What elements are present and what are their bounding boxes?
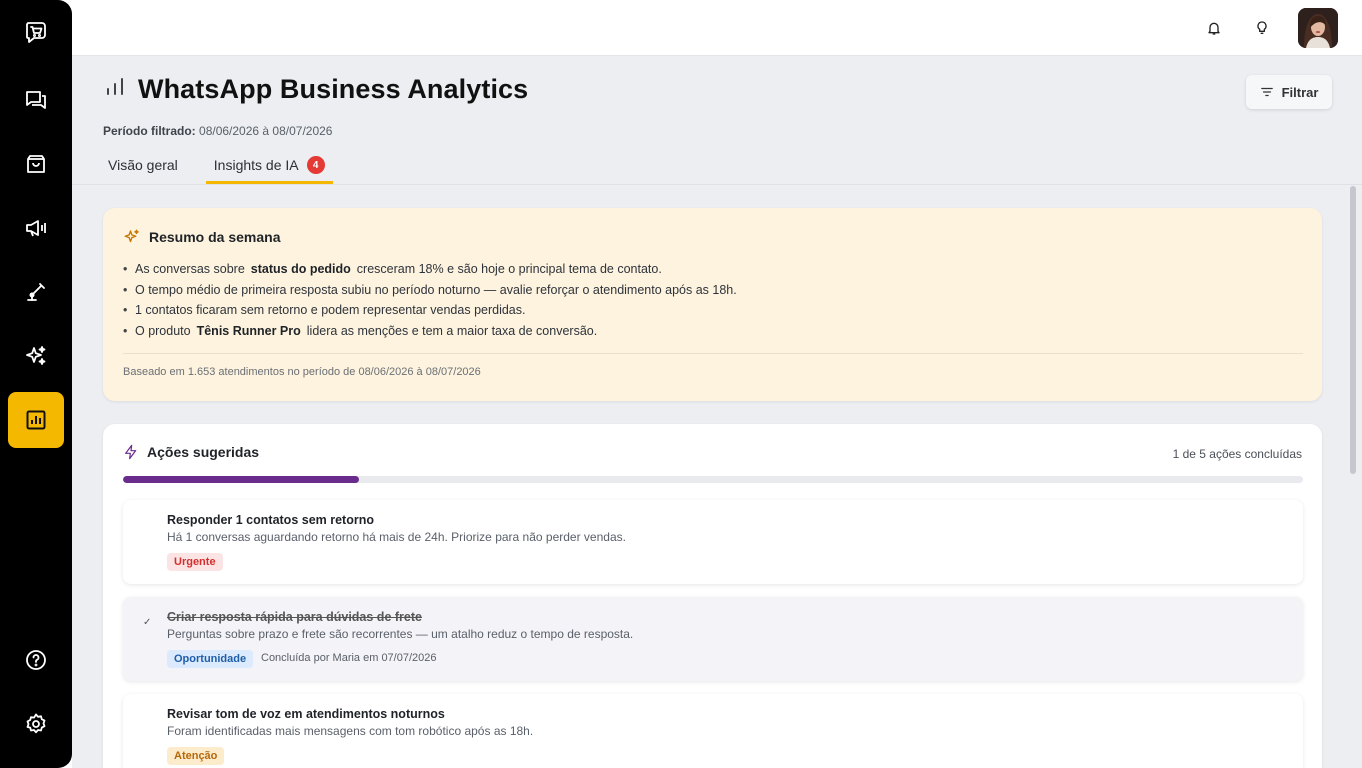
lightbulb-icon[interactable]	[1250, 16, 1274, 40]
sidebar	[0, 0, 72, 768]
chat-icon	[26, 91, 46, 109]
scrollbar[interactable]	[1350, 186, 1356, 766]
filter-button[interactable]: Filtrar	[1246, 75, 1332, 109]
actions-progress-count: 1 de 5 ações concluídas	[1172, 447, 1302, 461]
top-bar	[72, 0, 1362, 56]
sidebar-item-settings[interactable]	[8, 696, 64, 752]
sidebar-item-chats[interactable]	[8, 72, 64, 128]
sidebar-item-campaigns[interactable]	[8, 200, 64, 256]
priority-tag: Oportunidade	[167, 650, 254, 668]
page-header: WhatsApp Business Analytics Período filt…	[72, 56, 1362, 184]
help-icon	[26, 650, 46, 670]
summary-title: Resumo da semana	[149, 229, 281, 245]
sidebar-item-help[interactable]	[8, 632, 64, 688]
divider	[72, 184, 1362, 185]
check-icon: ✓	[143, 617, 152, 628]
weekly-summary-card: Resumo da semana • As conversas sobre stat…	[103, 208, 1322, 401]
bar-chart-icon	[107, 78, 123, 95]
suggested-actions-card: Ações sugeridas 1 de 5 ações concluídas …	[103, 424, 1322, 768]
sidebar-item-products[interactable]	[8, 136, 64, 192]
progress-fill	[123, 476, 359, 483]
action-item[interactable]: Responder 1 contatos sem retorno Há 1 co…	[123, 500, 1303, 584]
megaphone-icon	[26, 220, 46, 237]
period-filter-text: Período filtrado: 08/06/2026 à 08/07/202…	[103, 124, 333, 138]
summary-bullets: • As conversas sobre status do pedido cresc…	[123, 259, 737, 341]
priority-tag: Urgente	[167, 553, 223, 571]
sparkle-icon	[124, 229, 139, 243]
action-item[interactable]: Revisar tom de voz em atendimentos notur…	[123, 694, 1303, 768]
scrollbar-thumb[interactable]	[1350, 186, 1356, 474]
actions-progress-bar	[123, 476, 1303, 483]
list-item: • O produto Tênis Runner Pro lidera as menç…	[123, 323, 598, 338]
bag-icon	[27, 155, 45, 173]
shop-logo-icon[interactable]	[8, 4, 64, 60]
filter-icon	[1260, 87, 1273, 97]
completed-by-text: Concluída por Maria em 07/07/2026	[261, 652, 437, 664]
priority-tag: Atenção	[167, 747, 225, 765]
action-item[interactable]: ✓ Criar resposta rápida para dúvidas de …	[123, 597, 1303, 681]
list-item: • 1 contatos ficaram sem retorno e podem …	[123, 303, 526, 318]
divider	[123, 353, 1303, 354]
actions-title: Ações sugeridas	[147, 444, 260, 460]
summary-footnote: Baseado em 1.653 atendimentos no período…	[123, 366, 481, 378]
avatar[interactable]	[1298, 8, 1338, 48]
bell-icon[interactable]	[1202, 16, 1226, 40]
lightning-icon	[125, 444, 137, 460]
settings-icon	[26, 713, 46, 734]
list-item: • As conversas sobre status do pedido cresc…	[123, 262, 662, 276]
page-title: WhatsApp Business Analytics	[138, 74, 529, 104]
tabs: Visão geral Insights de IA 4	[100, 148, 353, 184]
count-badge: 4	[306, 156, 325, 174]
robot-arm-icon	[27, 283, 45, 301]
list-item: • O tempo médio de primeira resposta subi…	[123, 282, 737, 297]
main-content: WhatsApp Business Analytics Período filt…	[72, 56, 1362, 768]
tab-overview[interactable]: Visão geral	[100, 148, 186, 184]
sparkles-icon	[26, 346, 46, 365]
sidebar-item-automation[interactable]	[8, 264, 64, 320]
sidebar-item-analytics[interactable]	[8, 392, 64, 448]
analytics-icon	[26, 410, 46, 430]
sidebar-item-ai[interactable]	[8, 328, 64, 384]
tab-ai-insights[interactable]: Insights de IA 4	[205, 148, 333, 184]
